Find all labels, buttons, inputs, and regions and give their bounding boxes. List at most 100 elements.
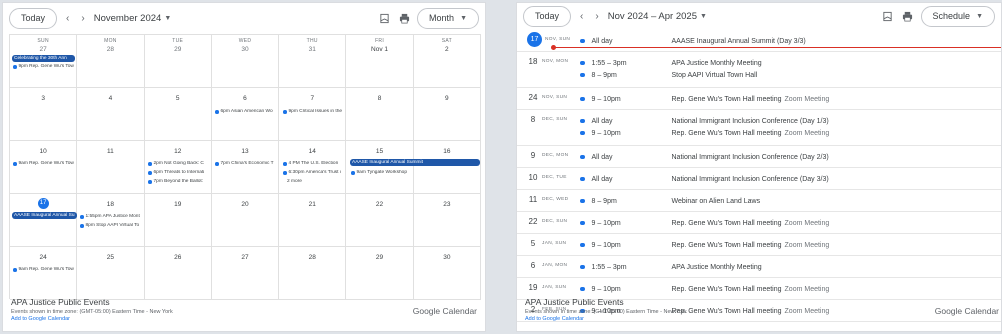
add-to-google-calendar-link[interactable]: Add to Google Calendar	[11, 316, 477, 322]
calendar-event[interactable]: 7pm Beyond the Ballot:	[148, 179, 212, 185]
day-cell[interactable]: 19	[144, 194, 212, 247]
day-cell[interactable]: 13	[211, 141, 280, 194]
prev-arrow-icon[interactable]: ‹	[577, 11, 586, 22]
day-cell[interactable]: THU 31	[279, 35, 347, 88]
week-row: SUN 27 MON 28 TUE 29 WED 30 THU 31 FRI Nov 1 S…	[10, 35, 481, 88]
schedule-event[interactable]: 9 – 10pm Rep. Gene Wu's Town Hall meeting…	[580, 93, 990, 105]
day-cell[interactable]: 21	[279, 194, 347, 247]
day-cell[interactable]: 10	[10, 141, 78, 194]
schedule-date[interactable]: 6 JAN, MON	[527, 261, 567, 270]
calendar-event[interactable]: 6pm Asian American Wo	[215, 109, 279, 115]
schedule-date[interactable]: 8 DEC, SUN	[527, 115, 567, 124]
print-icon[interactable]	[397, 11, 411, 25]
schedule-event[interactable]: All day National Immigrant Inclusion Conf…	[580, 151, 990, 163]
day-number: 9	[445, 95, 449, 102]
caret-down-icon: ▼	[460, 14, 467, 22]
calendar-event[interactable]: 2pm Not Going Back: C	[148, 161, 212, 167]
schedule-event[interactable]: 8 – 9pm Stop AAPI Virtual Town Hall	[580, 69, 990, 81]
calendar-event[interactable]: 9am Tyngate Workshop	[351, 170, 415, 176]
google-calendar-logo[interactable]: Google Calendar	[935, 306, 999, 316]
calendar-event[interactable]: 7pm China's Economic T	[215, 161, 279, 167]
event-label: 9am Rep. Gene Wu's Tow	[18, 267, 74, 272]
calendar-event-bar[interactable]: AAASE Inaugural Annual Summit	[350, 159, 480, 166]
day-cell[interactable]: 3	[10, 88, 78, 141]
schedule-event[interactable]: All day AAASE Inaugural Annual Summit (Da…	[580, 35, 990, 47]
view-switcher-button[interactable]: Schedule ▼	[920, 5, 995, 27]
calendar-event[interactable]: 9am Rep. Gene Wu's Tow	[13, 267, 75, 273]
more-events-link[interactable]: 2 more	[287, 179, 327, 185]
day-cell[interactable]: 16	[413, 141, 481, 194]
schedule-date[interactable]: 18 NOV, MON	[527, 57, 568, 66]
month-title-dropdown[interactable]: November 2024 ▼	[94, 13, 172, 24]
schedule-date[interactable]: 19 JAN, SUN	[527, 283, 566, 292]
schedule-event[interactable]: 9 – 10pm Rep. Gene Wu's Town Hall meeting…	[580, 239, 990, 251]
day-cell[interactable]: 14	[279, 141, 347, 194]
prev-arrow-icon[interactable]: ‹	[63, 13, 72, 24]
schedule-date[interactable]: 22 DEC, SUN	[527, 217, 567, 226]
day-cell[interactable]: 9	[413, 88, 481, 141]
schedule-date[interactable]: 17 NOV, SUN	[527, 32, 570, 47]
calendar-event[interactable]: 6:30pm America's Trust i	[283, 170, 347, 176]
day-cell[interactable]: 29	[346, 247, 414, 300]
day-cell[interactable]: 5	[144, 88, 212, 141]
google-calendar-logo[interactable]: Google Calendar	[413, 306, 477, 316]
day-cell[interactable]: 12	[144, 141, 212, 194]
day-cell[interactable]: 15	[346, 141, 414, 194]
calendar-event[interactable]: 9pm Rep. Gene Wu's Tow	[13, 64, 75, 70]
schedule-date[interactable]: 24 NOV, SUN	[527, 93, 567, 102]
day-cell[interactable]: 23	[413, 194, 481, 247]
next-arrow-icon[interactable]: ›	[592, 11, 601, 22]
day-cell[interactable]: 26	[144, 247, 212, 300]
day-cell[interactable]: 25	[77, 247, 145, 300]
calendar-event-bar[interactable]: Celebrating the 30th Ann	[12, 55, 75, 62]
schedule-event[interactable]: All day National Immigrant Inclusion Conf…	[580, 173, 990, 185]
month-calendar-panel: Today ‹ › November 2024 ▼ Month ▼ SUN 27 …	[2, 2, 486, 332]
event-label: 9am Rep. Gene Wu's Tow	[18, 161, 74, 166]
today-button[interactable]: Today	[523, 5, 572, 27]
calendar-event[interactable]: 4 PM The U.S. Election	[283, 161, 347, 167]
schedule-event[interactable]: All day National Immigrant Inclusion Conf…	[580, 115, 990, 127]
today-button[interactable]: Today	[9, 7, 58, 29]
schedule-date[interactable]: 11 DEC, WED	[527, 195, 568, 204]
calendar-event[interactable]: 9am Rep. Gene Wu's Tow	[13, 161, 75, 167]
day-cell[interactable]: FRI Nov 1	[346, 35, 414, 88]
bookmark-icon[interactable]	[881, 9, 895, 23]
day-cell[interactable]: MON 28	[77, 35, 145, 88]
bookmark-icon[interactable]	[377, 11, 391, 25]
day-cell[interactable]: WED 30	[211, 35, 280, 88]
day-cell[interactable]: 27	[211, 247, 280, 300]
day-cell[interactable]: 24	[10, 247, 78, 300]
day-cell[interactable]: 4	[77, 88, 145, 141]
calendar-event[interactable]: 6pm Threats to Internati	[148, 170, 212, 176]
schedule-date[interactable]: 10 DEC, TUE	[527, 173, 567, 182]
day-cell[interactable]: 11	[77, 141, 145, 194]
calendar-footer: APA Justice Public Events Events shown i…	[11, 297, 477, 327]
event-title: National Immigrant Inclusion Conference …	[671, 175, 829, 183]
day-cell[interactable]: 30	[413, 247, 481, 300]
day-cell[interactable]: TUE 29	[144, 35, 212, 88]
print-icon[interactable]	[901, 9, 915, 23]
day-cell[interactable]: 18	[77, 194, 145, 247]
day-cell[interactable]: 22	[346, 194, 414, 247]
schedule-event[interactable]: 9 – 10pm Rep. Gene Wu's Town Hall meeting…	[580, 127, 990, 139]
schedule-date[interactable]: 5 JAN, SUN	[527, 239, 566, 248]
schedule-event[interactable]: 1:55 – 3pm APA Justice Monthly Meeting	[580, 261, 990, 273]
calendar-event[interactable]: 9pm Critical Issues in the	[283, 109, 347, 115]
calendar-event-bar[interactable]: AAASE Inaugural Annual Su	[12, 212, 77, 219]
schedule-date[interactable]: 9 DEC, MON	[527, 151, 568, 160]
next-arrow-icon[interactable]: ›	[78, 13, 87, 24]
day-cell[interactable]: 8	[346, 88, 414, 141]
calendar-event[interactable]: 1:55pm APA Justice Mont	[80, 214, 144, 220]
schedule-event[interactable]: 9 – 10pm Rep. Gene Wu's Town Hall meeting…	[580, 283, 990, 295]
day-cell[interactable]: SAT 2	[413, 35, 481, 88]
view-switcher-button[interactable]: Month ▼	[417, 7, 479, 29]
day-cell-today[interactable]: 17	[10, 194, 78, 247]
schedule-event[interactable]: 8 – 9pm Webinar on Alien Land Laws	[580, 195, 990, 207]
day-cell[interactable]: 28	[279, 247, 347, 300]
schedule-title-dropdown[interactable]: Nov 2024 – Apr 2025 ▼	[608, 11, 707, 22]
schedule-event[interactable]: 9 – 10pm Rep. Gene Wu's Town Hall meeting…	[580, 217, 990, 229]
day-cell[interactable]: 20	[211, 194, 280, 247]
calendar-event[interactable]: 8pm Stop AAPI Virtual To	[80, 223, 144, 229]
add-to-google-calendar-link[interactable]: Add to Google Calendar	[525, 316, 993, 322]
schedule-event[interactable]: 1:55 – 3pm APA Justice Monthly Meeting	[580, 57, 990, 69]
